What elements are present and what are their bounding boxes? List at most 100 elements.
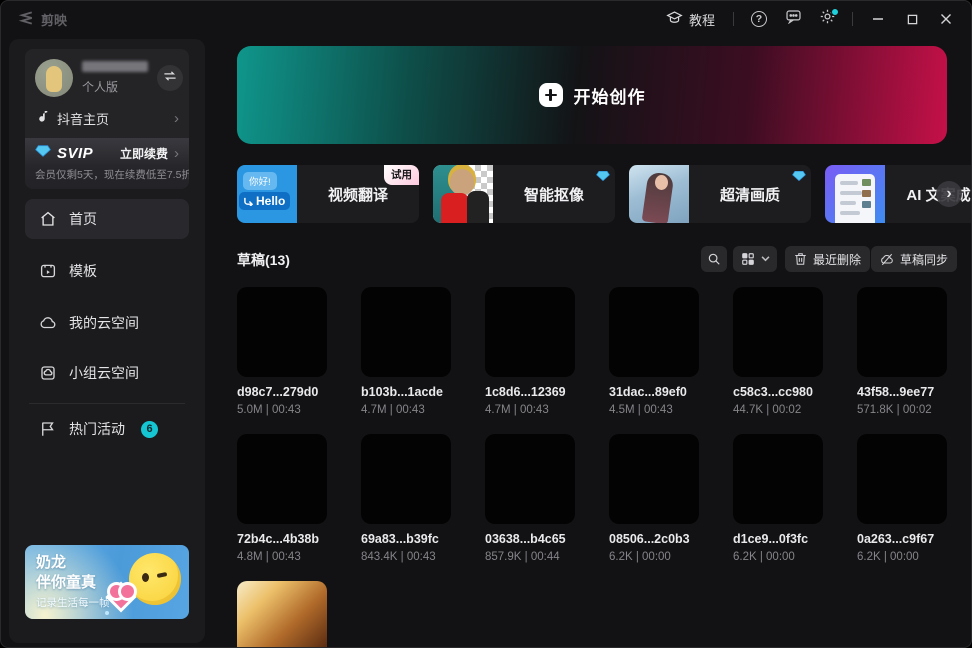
sidebar-item-templates[interactable]: 模板 bbox=[25, 251, 189, 291]
feature-card-smart-cutout[interactable]: 智能抠像 bbox=[433, 165, 615, 223]
svip-banner[interactable]: SVIP 立即续费 › 会员仅剩5天，现在续费低至7.5折 bbox=[25, 138, 189, 189]
feature-card-video-translate[interactable]: 你好! Hello 视频翻译 试用 bbox=[237, 165, 419, 223]
sidebar-item-home[interactable]: 首页 bbox=[25, 199, 189, 239]
home-icon bbox=[39, 210, 57, 228]
draft-item[interactable]: d98c7...279d0 5.0M | 00:43 bbox=[237, 287, 327, 416]
titlebar-separator bbox=[852, 12, 853, 26]
close-button[interactable] bbox=[931, 6, 961, 32]
help-button[interactable]: ? bbox=[744, 6, 774, 32]
view-mode-button[interactable] bbox=[733, 246, 777, 272]
draft-item[interactable]: 08506...2c0b3 6.2K | 00:00 bbox=[609, 434, 699, 563]
feedback-button[interactable] bbox=[778, 6, 808, 32]
draft-thumbnail[interactable] bbox=[857, 434, 947, 524]
drafts-title: 草稿(13) bbox=[237, 250, 290, 270]
app-logo: 剪映 bbox=[17, 10, 67, 29]
draft-thumbnail[interactable] bbox=[361, 287, 451, 377]
template-icon bbox=[39, 262, 57, 280]
draft-thumbnail[interactable] bbox=[733, 434, 823, 524]
sidebar-item-label: 模板 bbox=[69, 261, 97, 281]
draft-name: 0a263...c9f67 bbox=[857, 532, 947, 546]
app-name: 剪映 bbox=[41, 10, 67, 29]
draft-item[interactable] bbox=[237, 581, 327, 648]
draft-item[interactable]: 31dac...89ef0 4.5M | 00:43 bbox=[609, 287, 699, 416]
svip-renew-label: 立即续费 bbox=[120, 145, 168, 162]
music-note-icon bbox=[37, 110, 49, 127]
search-icon bbox=[707, 252, 721, 266]
draft-meta: 6.2K | 00:00 bbox=[609, 551, 699, 563]
group-cloud-icon bbox=[39, 364, 57, 382]
smart-cutout-thumbnail bbox=[433, 165, 493, 223]
titlebar-controls: 教程 ? bbox=[658, 6, 961, 33]
draft-meta: 4.5M | 00:43 bbox=[609, 404, 699, 416]
draft-item[interactable]: 0a263...c9f67 6.2K | 00:00 bbox=[857, 434, 947, 563]
dragon-mascot-image bbox=[121, 551, 183, 613]
draft-sync-button[interactable]: 草稿同步 bbox=[871, 246, 957, 272]
draft-name: 03638...b4c65 bbox=[485, 532, 575, 546]
draft-name: c58c3...cc980 bbox=[733, 385, 823, 399]
sidebar-item-label: 我的云空间 bbox=[69, 313, 139, 333]
thumb-text-cn: 你好! bbox=[243, 172, 277, 190]
sidebar-item-group-cloud[interactable]: 小组云空间 bbox=[25, 353, 189, 393]
draft-meta: 843.4K | 00:43 bbox=[361, 551, 451, 563]
draft-name: 72b4c...4b38b bbox=[237, 532, 327, 546]
draft-item[interactable]: 43f58...9ee77 571.8K | 00:02 bbox=[857, 287, 947, 416]
draft-thumbnail[interactable] bbox=[237, 287, 327, 377]
features-next-button[interactable]: › bbox=[936, 181, 962, 207]
promo-subtitle: 记录生活每一帧 bbox=[36, 595, 110, 610]
profile-card[interactable]: 个人版 抖音主页 › bbox=[25, 49, 189, 189]
draft-item[interactable]: 03638...b4c65 857.9K | 00:44 bbox=[485, 434, 575, 563]
feature-card-uhd-quality[interactable]: 超清画质 bbox=[629, 165, 811, 223]
sidebar-item-label: 首页 bbox=[69, 209, 97, 229]
switch-account-button[interactable] bbox=[157, 65, 183, 91]
recently-deleted-button[interactable]: 最近删除 bbox=[785, 246, 870, 272]
titlebar-separator bbox=[733, 12, 734, 26]
vip-diamond-icon bbox=[792, 169, 806, 187]
draft-thumbnail[interactable] bbox=[609, 287, 699, 377]
draft-item[interactable]: 69a83...b39fc 843.4K | 00:43 bbox=[361, 434, 451, 563]
search-button[interactable] bbox=[701, 246, 727, 272]
thumb-text-en: Hello bbox=[239, 192, 290, 210]
ai-script-thumbnail bbox=[825, 165, 885, 223]
trash-icon bbox=[794, 252, 807, 266]
draft-thumbnail[interactable] bbox=[361, 434, 451, 524]
plus-icon bbox=[539, 83, 563, 107]
avatar[interactable] bbox=[35, 59, 73, 97]
draft-name: 31dac...89ef0 bbox=[609, 385, 699, 399]
draft-thumbnail[interactable] bbox=[857, 287, 947, 377]
draft-meta: 6.2K | 00:00 bbox=[733, 551, 823, 563]
draft-item[interactable]: d1ce9...0f3fc 6.2K | 00:00 bbox=[733, 434, 823, 563]
draft-thumbnail[interactable] bbox=[237, 434, 327, 524]
draft-thumbnail[interactable] bbox=[609, 434, 699, 524]
minimize-button[interactable] bbox=[863, 6, 893, 32]
draft-item[interactable]: c58c3...cc980 44.7K | 00:02 bbox=[733, 287, 823, 416]
draft-sync-label: 草稿同步 bbox=[900, 251, 948, 268]
draft-item[interactable]: 1c8d6...12369 4.7M | 00:43 bbox=[485, 287, 575, 416]
draft-thumbnail[interactable] bbox=[733, 287, 823, 377]
grid-view-icon bbox=[741, 252, 755, 266]
tutorial-button[interactable]: 教程 bbox=[658, 6, 723, 33]
svip-diamond-icon bbox=[35, 144, 51, 163]
start-creation-label: 开始创作 bbox=[574, 83, 646, 108]
chevron-right-icon: › bbox=[174, 111, 179, 126]
draft-thumbnail[interactable] bbox=[485, 434, 575, 524]
promo-banner[interactable]: 奶龙 伴你童真 记录生活每一帧 bbox=[25, 545, 189, 619]
feedback-icon bbox=[785, 9, 802, 29]
draft-thumbnail[interactable] bbox=[485, 287, 575, 377]
activities-count-badge: 6 bbox=[141, 421, 158, 438]
promo-carousel-dot bbox=[105, 611, 109, 615]
svip-label: SVIP bbox=[57, 145, 93, 162]
draft-thumbnail[interactable] bbox=[237, 581, 327, 648]
edition-label: 个人版 bbox=[82, 78, 148, 95]
heart-icon bbox=[109, 585, 139, 611]
draft-item[interactable]: 72b4c...4b38b 4.8M | 00:43 bbox=[237, 434, 327, 563]
recently-deleted-label: 最近删除 bbox=[813, 251, 861, 268]
settings-button[interactable] bbox=[812, 6, 842, 32]
maximize-button[interactable] bbox=[897, 6, 927, 32]
start-creation-button[interactable]: 开始创作 bbox=[237, 46, 947, 144]
sidebar-item-hot-activities[interactable]: 热门活动 6 bbox=[25, 409, 189, 449]
draft-item[interactable]: b103b...1acde 4.7M | 00:43 bbox=[361, 287, 451, 416]
profile-top: 个人版 bbox=[25, 49, 189, 105]
douyin-homepage-row[interactable]: 抖音主页 › bbox=[25, 105, 189, 138]
sidebar-item-my-cloud[interactable]: 我的云空间 bbox=[25, 303, 189, 343]
trial-badge: 试用 bbox=[384, 165, 419, 185]
